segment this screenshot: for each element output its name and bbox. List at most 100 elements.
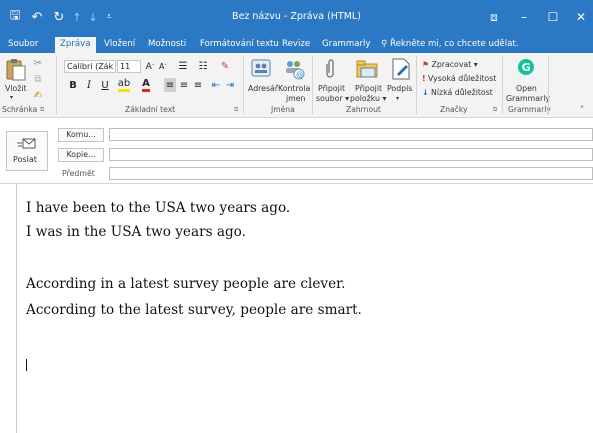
check-names-label-2[interactable]: jmen bbox=[286, 94, 306, 104]
check-names-label[interactable]: Kontrola bbox=[278, 84, 310, 94]
align-center-icon[interactable]: ≡ bbox=[178, 78, 190, 92]
group-label-tags: Značky bbox=[440, 105, 468, 114]
copy-icon[interactable]: ⧉ bbox=[30, 72, 46, 86]
attach-item-label[interactable]: Připojit bbox=[355, 84, 382, 94]
high-importance-label: Vysoká důležitost bbox=[428, 74, 497, 83]
tab-message[interactable]: Zpráva bbox=[55, 37, 96, 53]
body-line: I have been to the USA two years ago. bbox=[26, 200, 291, 216]
numbering-icon[interactable]: ☷ bbox=[194, 59, 212, 73]
tab-options[interactable]: Možnosti bbox=[148, 37, 186, 53]
open-grammarly-label-2[interactable]: Grammarly bbox=[506, 94, 550, 104]
collapse-ribbon-icon[interactable]: ˄ bbox=[580, 105, 584, 115]
to-field[interactable] bbox=[109, 128, 593, 141]
bullets-icon[interactable]: ☰ bbox=[174, 59, 192, 73]
tab-insert[interactable]: Vložení bbox=[104, 37, 135, 53]
paste-icon[interactable] bbox=[4, 57, 28, 83]
signature-label[interactable]: Podpis bbox=[387, 84, 412, 94]
chevron-down-icon[interactable]: ▾ bbox=[10, 93, 13, 103]
subject-field[interactable] bbox=[109, 167, 593, 180]
message-body[interactable]: I have been to the USA two years ago. I … bbox=[16, 184, 593, 433]
cc-button[interactable]: Kopie... bbox=[58, 148, 104, 162]
grow-font-icon[interactable]: A ˄ bbox=[144, 60, 156, 73]
attach-file-sub: soubor bbox=[316, 94, 343, 103]
open-grammarly-label[interactable]: Open bbox=[516, 84, 537, 94]
group-label-basic-text: Základní text bbox=[125, 105, 176, 114]
format-painter-icon[interactable]: ✍ bbox=[30, 88, 46, 102]
font-size-combo[interactable]: 11 bbox=[117, 60, 141, 73]
paste-label[interactable]: Vložit bbox=[5, 84, 27, 94]
message-header: Poslat Komu... Kopie... Předmět bbox=[0, 118, 593, 184]
highlight-icon[interactable]: ab bbox=[116, 78, 132, 92]
dialog-launcher-icon[interactable]: ⧉ bbox=[234, 105, 238, 115]
high-importance-button[interactable]: ! Vysoká důležitost bbox=[422, 74, 496, 84]
attach-file-label-2[interactable]: soubor ▾ bbox=[316, 94, 349, 104]
paperclip-icon[interactable] bbox=[322, 57, 338, 81]
group-label-clipboard: Schránka bbox=[2, 105, 38, 114]
arrow-down-icon: ↓ bbox=[422, 88, 429, 97]
title-bar: 🖫 ↶ ↻ ↑ ↓ ⩡ Bez názvu - Zpráva (HTML) ⧈ … bbox=[0, 0, 593, 34]
address-book-icon[interactable] bbox=[250, 57, 272, 79]
tab-file[interactable]: Soubor bbox=[8, 37, 38, 53]
attach-item-icon[interactable] bbox=[355, 57, 379, 81]
ribbon-tabs: Soubor Zpráva Vložení Možnosti Formátová… bbox=[0, 34, 593, 53]
font-name-combo[interactable]: Calibri (Zák bbox=[64, 60, 116, 73]
increase-indent-icon[interactable]: ⇥ bbox=[224, 78, 236, 92]
group-divider bbox=[243, 56, 244, 114]
dialog-launcher-icon[interactable]: ⧉ bbox=[493, 105, 497, 115]
group-divider bbox=[502, 56, 503, 114]
tell-me-search[interactable]: ⚲ Řekněte mi, co chcete udělat. bbox=[381, 37, 518, 53]
send-button[interactable]: Poslat bbox=[6, 131, 48, 171]
font-color-icon[interactable]: A bbox=[138, 78, 154, 92]
align-left-icon[interactable]: ≡ bbox=[164, 78, 176, 92]
group-label-names: Jména bbox=[271, 105, 295, 114]
attach-item-label-2[interactable]: položku ▾ bbox=[350, 94, 386, 104]
flag-icon: ⚑ bbox=[422, 60, 429, 69]
ribbon-display-icon[interactable]: ⧈ bbox=[481, 6, 507, 28]
text-cursor bbox=[26, 359, 27, 371]
chevron-down-icon[interactable]: ▾ bbox=[396, 94, 399, 104]
grammarly-icon[interactable]: G bbox=[516, 57, 536, 77]
group-label-grammarly: Grammarly bbox=[508, 105, 551, 114]
send-icon bbox=[17, 138, 36, 149]
underline-icon[interactable]: U bbox=[99, 78, 111, 92]
low-importance-label: Nízká důležitost bbox=[431, 88, 493, 97]
check-names-icon[interactable]: @ bbox=[282, 57, 306, 81]
group-divider bbox=[416, 56, 417, 114]
signature-icon[interactable] bbox=[390, 57, 412, 81]
low-importance-button[interactable]: ↓ Nízká důležitost bbox=[422, 88, 493, 98]
group-label-include: Zahrnout bbox=[346, 105, 381, 114]
cc-field[interactable] bbox=[109, 148, 593, 161]
group-divider bbox=[548, 56, 549, 114]
address-book-label[interactable]: Adresář bbox=[248, 84, 278, 94]
follow-up-button[interactable]: ⚑ Zpracovat ▾ bbox=[422, 60, 478, 70]
tab-review[interactable]: Revize bbox=[282, 37, 310, 53]
tab-grammarly[interactable]: Grammarly bbox=[322, 37, 370, 53]
group-divider bbox=[56, 56, 57, 114]
close-button[interactable]: ✕ bbox=[568, 6, 593, 28]
follow-up-label: Zpracovat bbox=[431, 60, 472, 69]
exclamation-icon: ! bbox=[422, 74, 426, 83]
ribbon: Vložit ▾ ✂ ⧉ ✍ Schránka ⧉ Calibri (Zák 1… bbox=[0, 53, 593, 118]
body-line: I was in the USA two years ago. bbox=[26, 224, 246, 240]
svg-text:@: @ bbox=[296, 71, 303, 79]
maximize-button[interactable]: ☐ bbox=[540, 6, 566, 28]
group-divider bbox=[312, 56, 313, 114]
align-right-icon[interactable]: ≡ bbox=[192, 78, 204, 92]
dialog-launcher-icon[interactable]: ⧉ bbox=[40, 105, 44, 115]
attach-file-label[interactable]: Připojit bbox=[318, 84, 345, 94]
body-line: According in a latest survey people are … bbox=[26, 276, 346, 292]
decrease-indent-icon[interactable]: ⇤ bbox=[210, 78, 222, 92]
minimize-button[interactable]: – bbox=[511, 6, 537, 28]
clear-formatting-icon[interactable]: ✎ bbox=[218, 59, 232, 73]
to-button[interactable]: Komu... bbox=[58, 128, 104, 142]
tab-format-text[interactable]: Formátování textu bbox=[200, 37, 279, 53]
cut-icon[interactable]: ✂ bbox=[30, 56, 46, 70]
italic-icon[interactable]: I bbox=[83, 78, 95, 92]
subject-label: Předmět bbox=[62, 169, 95, 178]
attach-item-sub: položku bbox=[350, 94, 380, 103]
shrink-font-icon[interactable]: A ˅ bbox=[157, 60, 169, 73]
bold-icon[interactable]: B bbox=[67, 78, 79, 92]
svg-text:G: G bbox=[522, 61, 531, 74]
send-label: Poslat bbox=[13, 155, 37, 164]
lightbulb-icon: ⚲ bbox=[381, 39, 388, 49]
